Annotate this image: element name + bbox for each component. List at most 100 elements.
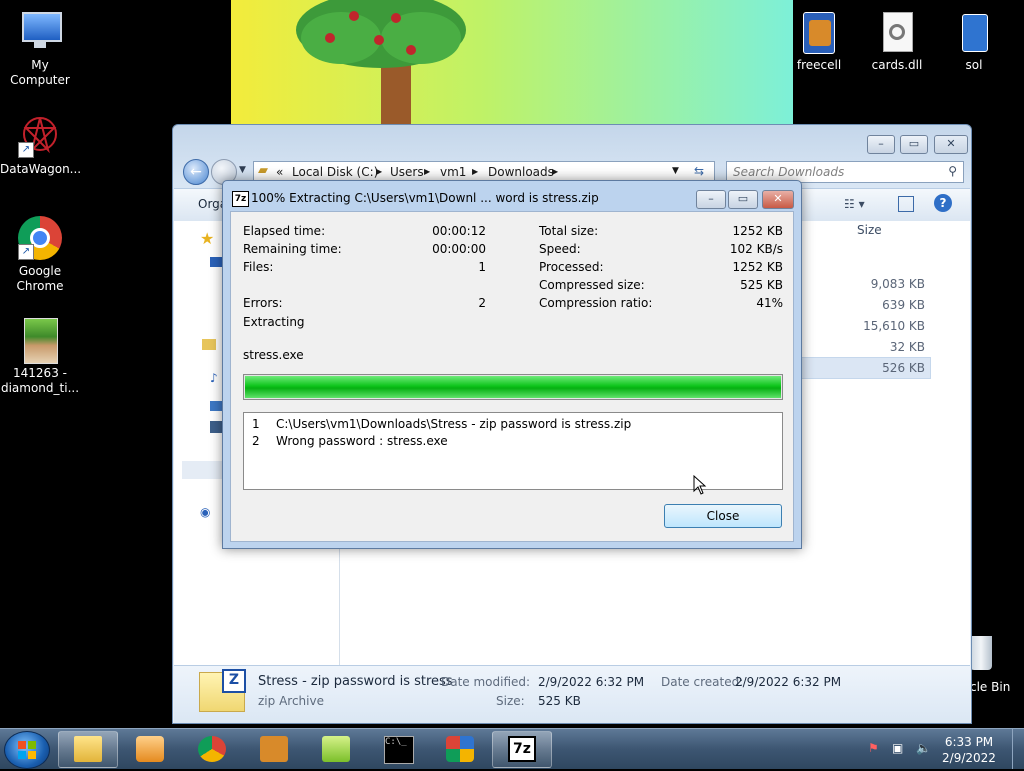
windows-update-icon [446, 736, 474, 762]
details-file-name: Stress - zip password is stress [258, 674, 453, 689]
log-line-number: 1 [252, 417, 260, 431]
favorites-star-icon[interactable]: ★ [200, 229, 214, 248]
desktop-wallpaper [231, 0, 793, 124]
taskbar-notepadpp-button[interactable] [306, 731, 366, 768]
chrome-icon [198, 736, 226, 762]
desktop-icon-google-chrome[interactable]: ↗ Google Chrome [0, 216, 80, 294]
tree-illustration [296, 0, 466, 124]
back-arrow-icon[interactable]: ← [183, 159, 209, 185]
details-date-modified: 2/9/2022 6:32 PM [538, 675, 645, 689]
taskbar-explorer-button[interactable] [58, 731, 118, 768]
image-thumbnail-icon [18, 318, 62, 364]
folder-icon [74, 736, 102, 762]
shortcut-arrow-icon: ↗ [18, 142, 34, 158]
system-clock[interactable]: 6:33 PM 2/9/2022 [934, 734, 1004, 766]
column-header-size-label: Size [857, 223, 882, 237]
file-size-cell: 15,610 KB [863, 319, 925, 333]
preview-pane-icon[interactable] [898, 196, 914, 212]
solitaire-icon [952, 10, 996, 54]
start-button[interactable] [4, 731, 50, 769]
taskbar-chrome-button[interactable] [182, 731, 242, 768]
breadcrumb-separator-icon[interactable]: ▶ [376, 167, 382, 176]
music-icon[interactable]: ♪ [210, 371, 218, 385]
action-center-icon[interactable]: ⚑ [868, 741, 882, 755]
files-label: Files: [243, 260, 274, 274]
details-size-label: Size: [496, 694, 525, 708]
desktop-icon-cards-dll[interactable]: cards.dll [857, 10, 937, 73]
chrome-icon: ↗ [18, 216, 62, 260]
taskbar-media-player-button[interactable] [120, 731, 180, 768]
breadcrumb-separator-icon[interactable]: ▶ [424, 167, 430, 176]
total-size-label: Total size: [539, 224, 599, 238]
dialog-maximize-button[interactable]: ▭ [728, 190, 758, 209]
desktop-icon-datawagon[interactable]: ↗ DataWagon... [0, 114, 81, 177]
errors-value: 2 [478, 296, 486, 310]
speed-label: Speed: [539, 242, 581, 256]
clock-time: 6:33 PM [944, 735, 994, 749]
dialog-minimize-button[interactable]: – [696, 190, 726, 209]
taskbar-windows-update-button[interactable] [430, 731, 490, 768]
maximize-button[interactable]: ▭ [900, 135, 928, 154]
recent-pages-dropdown-icon[interactable]: ▼ [239, 165, 246, 175]
taskbar-cmd-button[interactable]: C:\_ [368, 731, 428, 768]
compressed-size-value: 525 KB [740, 278, 783, 292]
log-line-number: 2 [252, 434, 260, 448]
notepad-plus-plus-icon [322, 736, 350, 762]
column-header-size[interactable]: Size [857, 223, 937, 243]
dialog-title: 100% Extracting C:\Users\vm1\Downl ... w… [251, 191, 599, 205]
show-desktop-button[interactable] [1012, 729, 1024, 769]
libraries-icon[interactable] [202, 339, 216, 350]
address-dropdown-icon[interactable]: ▼ [672, 166, 679, 176]
compression-ratio-label: Compression ratio: [539, 296, 653, 310]
search-icon[interactable]: ⚲ [948, 164, 957, 178]
desktop-icon-freecell[interactable]: freecell [779, 10, 859, 73]
progress-fill [245, 376, 781, 398]
dll-file-icon [875, 10, 919, 54]
view-options-icon[interactable]: ☷ ▾ [844, 197, 865, 211]
media-player-icon [136, 736, 164, 762]
close-button[interactable]: Close [664, 504, 782, 528]
elapsed-time-label: Elapsed time: [243, 224, 326, 238]
taskbar-7zip-button[interactable]: 7z [492, 731, 552, 768]
details-date-created-label: Date created: [661, 675, 744, 689]
help-icon[interactable]: ? [934, 194, 952, 212]
clock-date: 2/9/2022 [942, 751, 996, 765]
volume-icon[interactable]: 🔈 [916, 741, 931, 755]
network-icon[interactable]: ◉ [200, 505, 210, 519]
file-size-cell: 639 KB [882, 298, 925, 312]
zip-file-icon: Z [199, 669, 246, 712]
compression-ratio-value: 41% [756, 296, 783, 310]
taskbar-freecell-button[interactable] [244, 731, 304, 768]
folder-icon: ▰ [258, 163, 268, 178]
remaining-time-label: Remaining time: [243, 242, 342, 256]
breadcrumb-downloads[interactable]: Downloads [488, 165, 554, 179]
speed-value: 102 KB/s [729, 242, 783, 256]
file-size-cell: 526 KB [882, 361, 925, 375]
breadcrumb-separator-icon[interactable]: ▶ [552, 167, 558, 176]
breadcrumb-overflow[interactable]: « [276, 165, 283, 179]
dialog-body: Elapsed time: 00:00:12 Remaining time: 0… [230, 211, 794, 542]
network-tray-icon[interactable]: ▣ [892, 741, 906, 755]
files-value: 1 [478, 260, 486, 274]
breadcrumb-users[interactable]: Users [390, 165, 424, 179]
search-placeholder: Search Downloads [733, 165, 845, 179]
desktop-icon-my-computer[interactable]: My Computer [0, 10, 80, 88]
details-date-created: 2/9/2022 6:32 PM [735, 675, 842, 689]
close-window-button[interactable]: ✕ [934, 135, 968, 154]
taskbar: C:\_ 7z ⚑ ▣ 🔈 6:33 PM 2/9/2022 [0, 728, 1024, 769]
desktop-icon-diamond-file[interactable]: 141263 - diamond_ti... [0, 318, 80, 396]
desktop-icon-sol[interactable]: sol [934, 10, 1014, 73]
refresh-icon[interactable]: ⇆ [694, 164, 704, 178]
file-size-cell: 9,083 KB [870, 277, 925, 291]
breadcrumb-local-disk[interactable]: Local Disk (C:) [292, 165, 378, 179]
processed-label: Processed: [539, 260, 604, 274]
details-date-modified-label: Date modified: [441, 675, 531, 689]
breadcrumb-vm1[interactable]: vm1 [440, 165, 466, 179]
total-size-value: 1252 KB [732, 224, 783, 238]
details-file-type: zip Archive [258, 694, 324, 708]
dialog-close-button[interactable]: ✕ [762, 190, 794, 209]
extract-progress-dialog: 7z 100% Extracting C:\Users\vm1\Downl ..… [222, 180, 802, 549]
minimize-button[interactable]: – [867, 135, 895, 154]
breadcrumb-separator-icon[interactable]: ▶ [472, 167, 478, 176]
file-size-cell: 32 KB [889, 340, 925, 354]
